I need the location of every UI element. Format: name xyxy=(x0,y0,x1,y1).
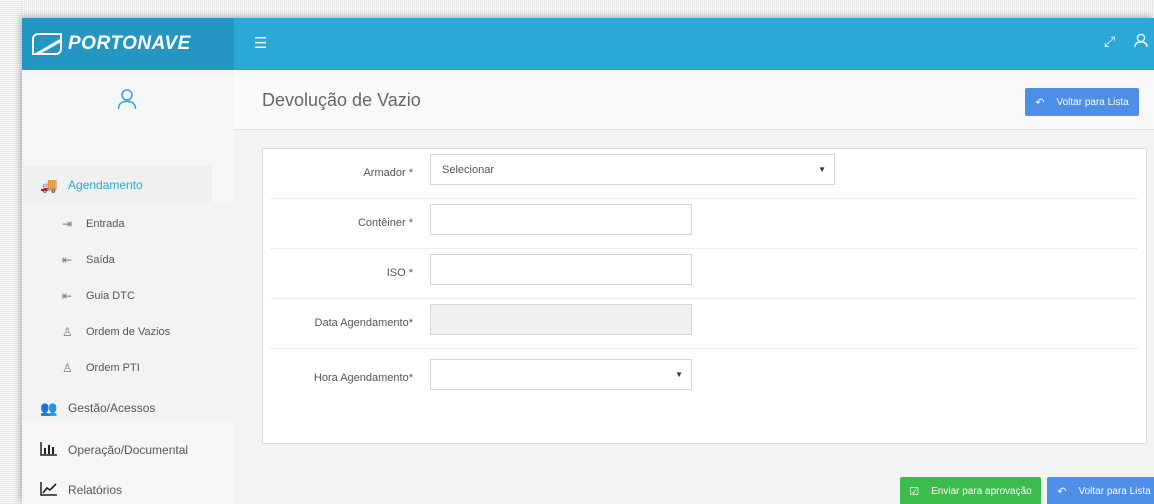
sidebar-item-operacao-documental[interactable]: Operação/Documental xyxy=(22,430,212,470)
expand-icon[interactable]: ⤢ xyxy=(1104,33,1115,50)
sidebar-item-label: Operação/Documental xyxy=(68,443,189,457)
armador-label: Armador * xyxy=(363,167,413,179)
users-icon: 👥 xyxy=(40,399,58,416)
truck-icon: 🚚 xyxy=(40,176,58,193)
sidebar-item-gestao-acessos[interactable]: 👥 Gestão/Acessos xyxy=(22,388,212,428)
back-to-list-button-bottom[interactable]: ↶ Voltar para Lista xyxy=(1047,477,1154,504)
back-to-list-label: Voltar para Lista xyxy=(1078,485,1151,497)
hora-agendamento-label: Hora Agendamento* xyxy=(313,372,413,384)
sidebar-item-relatorios[interactable]: Relatórios xyxy=(22,470,212,504)
page-edge-top xyxy=(0,0,1154,18)
user-outline-icon[interactable] xyxy=(117,88,137,116)
user-icon[interactable] xyxy=(1134,33,1148,51)
submenu-item-label: Ordem PTI xyxy=(86,362,140,374)
hamburger-icon[interactable]: ☰ xyxy=(254,34,267,52)
submenu-item-label: Entrada xyxy=(86,218,125,230)
submenu-item-label: Saída xyxy=(86,254,115,266)
chevron-down-icon: ▼ xyxy=(818,165,826,174)
brand-name: PORTONAVE xyxy=(68,33,191,54)
conteiner-label: Contêiner * xyxy=(357,217,413,229)
sign-out-icon: ⇤ xyxy=(62,289,73,303)
sidebar-item-label: Agendamento xyxy=(68,178,143,192)
form-card: Armador * Selecionar ▼ Contêiner * ISO *… xyxy=(262,148,1147,444)
top-bar: PORTONAVE ☰ ⤢ xyxy=(22,18,1154,70)
iso-input[interactable] xyxy=(430,254,692,285)
sidebar: 🚚 Agendamento ⇥ Entrada ⇤ Saída ⇤ Guia D… xyxy=(22,70,234,504)
hora-agendamento-select[interactable]: ▼ xyxy=(430,359,692,390)
bar-chart-icon xyxy=(40,441,62,459)
sign-out-icon: ⇤ xyxy=(62,253,73,267)
main-content: Devolução de Vazio ↶ Voltar para Lista A… xyxy=(234,70,1154,504)
submenu-item-label: Ordem de Vazios xyxy=(86,326,171,338)
submenu-item-ordem-de-vazios[interactable]: ♙ Ordem de Vazios xyxy=(62,322,170,342)
iso-label: ISO * xyxy=(386,267,413,279)
page-title: Devolução de Vazio xyxy=(262,90,421,110)
back-to-list-button[interactable]: ↶ Voltar para Lista xyxy=(1025,88,1139,116)
page-edge-left xyxy=(0,0,22,504)
form-row-iso: ISO * xyxy=(271,249,1137,299)
sign-in-icon: ⇥ xyxy=(62,217,73,231)
app-window: PORTONAVE ☰ ⤢ 🚚 Agendamento ⇥ Entrada ⇤ … xyxy=(22,18,1154,504)
sidebar-item-label: Gestão/Acessos xyxy=(68,401,156,415)
submenu-item-entrada[interactable]: ⇥ Entrada xyxy=(62,214,125,234)
data-agendamento-label: Data Agendamento* xyxy=(314,317,413,329)
armador-value: Selecionar xyxy=(442,163,494,176)
send-for-approval-label: Enviar para aprovação xyxy=(931,485,1032,497)
sidebar-item-agendamento[interactable]: 🚚 Agendamento xyxy=(22,165,212,205)
form-row-hora-agendamento: Hora Agendamento* ▼ xyxy=(271,354,1137,404)
armador-select[interactable]: Selecionar ▼ xyxy=(430,154,835,185)
brand[interactable]: PORTONAVE xyxy=(22,18,234,70)
user-group-icon: ♙ xyxy=(62,325,73,339)
chevron-down-icon: ▼ xyxy=(675,370,683,379)
submenu-item-guia-dtc[interactable]: ⇤ Guia DTC xyxy=(62,286,135,306)
form-row-data-agendamento: Data Agendamento* xyxy=(271,299,1137,349)
data-agendamento-input xyxy=(430,304,692,335)
reply-icon: ↶ xyxy=(1035,96,1045,109)
user-group-icon: ♙ xyxy=(62,361,73,375)
submenu-item-ordem-pti[interactable]: ♙ Ordem PTI xyxy=(62,358,140,378)
page-header: Devolução de Vazio ↶ Voltar para Lista xyxy=(234,70,1154,130)
sidebar-item-label: Relatórios xyxy=(68,483,123,497)
back-to-list-label: Voltar para Lista xyxy=(1056,96,1129,108)
conteiner-input[interactable] xyxy=(430,204,692,235)
line-chart-icon xyxy=(40,481,62,499)
send-for-approval-button[interactable]: ☑ Enviar para aprovação xyxy=(900,477,1041,504)
submenu-item-saida[interactable]: ⇤ Saída xyxy=(62,250,115,270)
check-square-icon: ☑ xyxy=(909,485,920,498)
submenu-item-label: Guia DTC xyxy=(86,290,135,302)
brand-logo-icon xyxy=(32,33,62,55)
form-row-armador: Armador * Selecionar ▼ xyxy=(271,149,1137,199)
reply-icon: ↶ xyxy=(1057,485,1067,498)
form-row-conteiner: Contêiner * xyxy=(271,199,1137,249)
